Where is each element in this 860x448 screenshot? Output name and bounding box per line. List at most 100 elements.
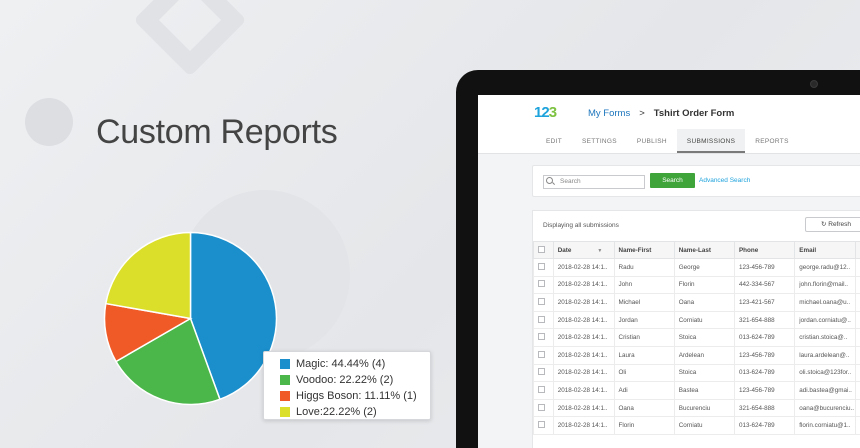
legend-label: Voodoo: 22.22% (2): [296, 374, 394, 386]
table-row[interactable]: 2018-02-28 14:1.. Oli Stoica 013-624-789 oli…: [533, 363, 860, 383]
row-select-cell[interactable]: [533, 363, 554, 383]
select-all-checkbox[interactable]: [538, 245, 545, 253]
submissions-panel: Displaying all submissions ↻ Refresh Dat…: [532, 210, 860, 448]
webcam: [810, 80, 818, 88]
table-row[interactable]: 2018-02-28 14:1.. Michael Oana 123-421-567 m…: [533, 293, 860, 312]
legend-item-higgs-boson: Higgs Boson: 11.11% (1): [280, 388, 430, 404]
cell-email: oana@bucurenciu..: [794, 398, 857, 418]
table-row[interactable]: 2018-02-28 14:1.. Florin Corniatu 013-624-7…: [533, 416, 860, 435]
advanced-search-link[interactable]: Advanced Search: [699, 177, 750, 184]
cell-date: 2018-02-28 14:1..: [552, 398, 615, 418]
cell-name-first: Florin: [613, 416, 675, 435]
row-checkbox[interactable]: [538, 297, 545, 305]
tab-settings[interactable]: SETTINGS: [572, 129, 627, 153]
cell-phone: 123-421-567: [733, 293, 796, 312]
row-select-cell[interactable]: [533, 258, 554, 277]
cell-more: [855, 328, 860, 347]
cell-date: 2018-02-28 14:1..: [552, 363, 615, 383]
cell-phone: 123-456-789: [733, 345, 796, 365]
cell-name-last: Corniatu: [673, 416, 735, 435]
displaying-label: Displaying all submissions: [543, 222, 619, 229]
cell-date: 2018-02-28 14:1..: [552, 275, 615, 295]
headline: Custom Reports: [96, 113, 338, 151]
legend-swatch: [280, 407, 290, 417]
sort-indicator-icon[interactable]: ▼: [597, 248, 602, 254]
row-select-cell[interactable]: [533, 398, 554, 418]
cell-more: [855, 310, 860, 330]
row-select-cell[interactable]: [533, 328, 554, 347]
row-checkbox[interactable]: [538, 350, 545, 358]
column-header-more[interactable]: I: [855, 241, 860, 259]
cell-name-first: Oana: [613, 398, 675, 418]
row-select-cell[interactable]: [533, 345, 554, 365]
legend-swatch: [280, 391, 290, 401]
cell-name-last: Bucurenciu: [673, 398, 735, 418]
legend-label: Higgs Boson: 11.11% (1): [296, 390, 417, 402]
row-checkbox[interactable]: [538, 333, 545, 341]
column-header-email[interactable]: Email: [794, 241, 857, 259]
tab-reports[interactable]: REPORTS: [745, 129, 798, 153]
cell-more: [855, 275, 860, 295]
table-row[interactable]: 2018-02-28 14:1.. Laura Ardelean 123-456-78…: [533, 345, 860, 365]
breadcrumb-my-forms[interactable]: My Forms: [588, 108, 630, 119]
column-header-name-last[interactable]: Name-Last: [673, 241, 735, 259]
table-row[interactable]: 2018-02-28 14:1.. John Florin 442-334-567 jo…: [533, 275, 860, 295]
legend-item-love: Love:22.22% (2): [280, 404, 430, 420]
column-header-phone[interactable]: Phone: [733, 241, 796, 259]
table-row[interactable]: 2018-02-28 14:1.. Oana Bucurenciu 321-654-8…: [533, 398, 860, 418]
tab-publish[interactable]: PUBLISH: [627, 129, 677, 153]
tab-submissions[interactable]: SUBMISSIONS: [676, 129, 746, 153]
refresh-button[interactable]: ↻ Refresh: [805, 217, 860, 232]
row-select-cell[interactable]: [533, 275, 554, 295]
decorative-shape: [133, 0, 247, 77]
row-checkbox[interactable]: [538, 315, 545, 323]
column-header-date[interactable]: Date ▼: [552, 241, 615, 259]
row-select-cell[interactable]: [533, 293, 554, 312]
tab-edit[interactable]: EDIT: [536, 129, 572, 153]
row-checkbox[interactable]: [538, 262, 545, 270]
cell-name-last: Bastea: [673, 381, 735, 400]
row-checkbox[interactable]: [538, 385, 545, 393]
form-title: Tshirt Order Form: [653, 108, 735, 119]
row-checkbox[interactable]: [538, 403, 545, 411]
table-row[interactable]: 2018-02-28 14:1.. Radu George 123-456-789 ge…: [533, 258, 860, 277]
cell-more: [855, 416, 860, 435]
table-header-row: Date▼ Name-First Name-Last Phone Email I: [533, 241, 860, 259]
cell-date: 2018-02-28 14:1..: [552, 258, 615, 277]
breadcrumb: My Forms > Tshirt Order Form: [588, 108, 734, 119]
cell-name-last: Stoica: [673, 328, 735, 347]
row-select-cell[interactable]: [533, 310, 554, 330]
cell-name-first: Cristian: [613, 328, 675, 347]
cell-name-first: Adi: [613, 381, 675, 400]
table-row[interactable]: 2018-02-28 14:1.. Adi Bastea 123-456-789 adi…: [533, 381, 860, 400]
cell-phone: 123-456-789: [733, 258, 796, 277]
cell-name-last: George: [673, 258, 735, 277]
cell-date: 2018-02-28 14:1..: [552, 345, 615, 365]
pie-slice-love: [104, 231, 192, 320]
search-panel: Search Search Advanced Search: [532, 165, 860, 197]
legend-item-voodoo: Voodoo: 22.22% (2): [280, 372, 430, 388]
legend-label: Love:22.22% (2): [296, 406, 377, 418]
cell-more: [855, 398, 860, 418]
pie-chart-svg: [103, 231, 278, 406]
column-header-name-first[interactable]: Name-First: [613, 241, 675, 259]
row-checkbox[interactable]: [538, 368, 545, 376]
cell-name-last: Stoica: [673, 363, 735, 383]
select-all-header[interactable]: [533, 241, 554, 259]
cell-email: jordan.corniatu@..: [794, 310, 857, 330]
row-select-cell[interactable]: [533, 416, 554, 435]
app-logo[interactable]: 123: [534, 104, 557, 121]
row-checkbox[interactable]: [538, 280, 545, 288]
cell-name-first: Jordan: [613, 310, 675, 330]
cell-email: john.florin@mail..: [794, 275, 857, 295]
cell-more: [855, 258, 860, 277]
search-input[interactable]: Search: [543, 175, 645, 189]
table-row[interactable]: 2018-02-28 14:1.. Cristian Stoica 013-624-7…: [533, 328, 860, 347]
search-button[interactable]: Search: [650, 173, 695, 188]
cell-name-last: Corniatu: [673, 310, 735, 330]
cell-name-first: Radu: [613, 258, 675, 277]
search-icon: [546, 177, 553, 184]
row-checkbox[interactable]: [538, 421, 545, 429]
row-select-cell[interactable]: [533, 381, 554, 400]
table-row[interactable]: 2018-02-28 14:1.. Jordan Corniatu 321-654-8…: [533, 310, 860, 330]
